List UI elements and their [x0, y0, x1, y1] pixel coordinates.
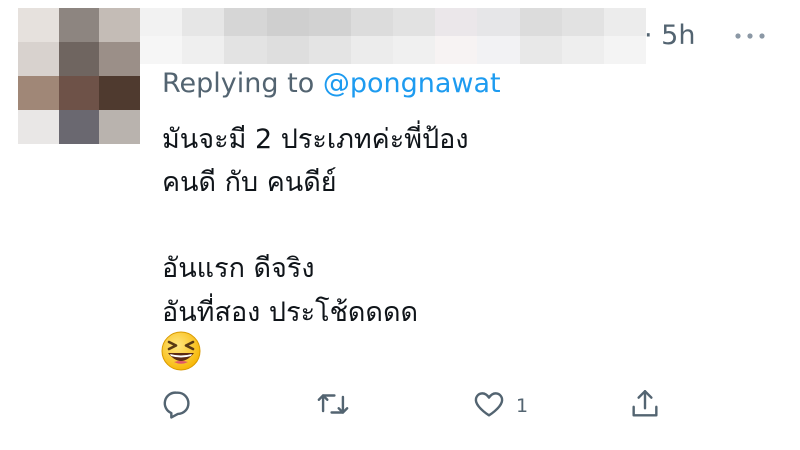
share-icon — [628, 387, 662, 425]
tweet-text-line: อันที่สอง ประโช้ดดดด — [162, 296, 419, 328]
reply-bubble-icon — [160, 387, 194, 425]
like-count: 1 — [516, 395, 529, 417]
more-dots-icon[interactable] — [730, 22, 770, 50]
replying-handle-link[interactable]: @pongnawat — [323, 68, 501, 99]
like-button[interactable]: 1 — [472, 386, 528, 426]
tweet-text-line: อันแรก ดีจริง — [162, 253, 315, 285]
replying-prefix: Replying to — [162, 68, 315, 99]
avatar[interactable] — [18, 8, 140, 144]
tweet-text-line: คนดี กับ คนดีย์ — [162, 167, 337, 199]
retweet-button[interactable] — [316, 386, 350, 426]
share-button[interactable] — [628, 386, 662, 426]
tweet-text: มันจะมี 2 ประเภทค่ะพี่ป้อง คนดี กับ คนดี… — [162, 118, 762, 334]
heart-icon — [472, 387, 506, 425]
author-name-blurred[interactable] — [140, 8, 646, 64]
tweet-actions: 1 — [158, 386, 678, 426]
reply-button[interactable] — [160, 386, 194, 426]
retweet-icon — [316, 387, 350, 425]
tweet-text-line — [162, 204, 762, 247]
replying-to: Replying to @pongnawat — [162, 68, 501, 100]
tweet-text-line: มันจะมี 2 ประเภทค่ะพี่ป้อง — [162, 124, 469, 155]
tweet-timestamp[interactable]: · 5h — [644, 22, 695, 49]
grinning-squinting-face-emoji-icon — [160, 330, 202, 376]
